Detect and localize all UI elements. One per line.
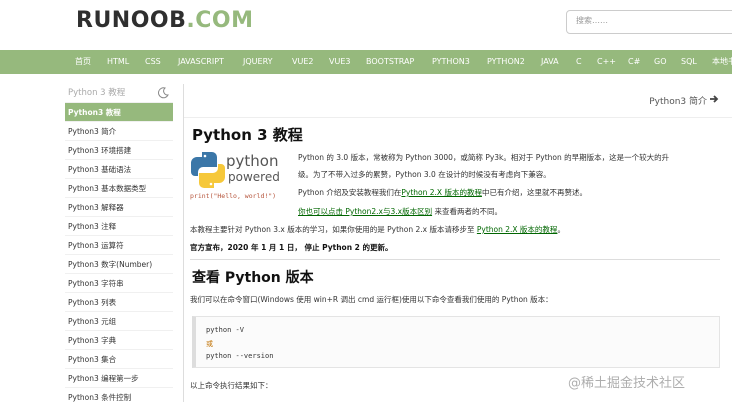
arrow-right-icon[interactable] (709, 94, 719, 104)
top-nav: 首页 HTML CSS JAVASCRIPT JQUERY VUE2 VUE3 … (0, 50, 732, 74)
sidebar-item-dict[interactable]: Python3 字典 (65, 330, 173, 349)
intro-line-5-post: 。 (557, 225, 565, 234)
nav-item-css[interactable]: CSS (145, 50, 161, 74)
nav-item-javascript[interactable]: JAVASCRIPT (178, 50, 224, 74)
next-page-link[interactable]: Python3 简介 (649, 94, 707, 107)
code-block: python -V 或 python --version (192, 316, 720, 368)
code-line-3: python --version (206, 352, 274, 360)
logo-word-powered: powered (228, 170, 280, 184)
nav-item-java[interactable]: JAVA (541, 50, 559, 74)
sidebar-item-intro[interactable]: Python3 简介 (65, 121, 173, 140)
nav-item-bootstrap[interactable]: BOOTSTRAP (366, 50, 414, 74)
intro-line-5-pre: 本教程主要针对 Python 3.x 版本的学习，如果你使用的是 Python … (190, 225, 477, 234)
sidebar-item-string[interactable]: Python3 字符串 (65, 273, 173, 292)
nav-item-html[interactable]: HTML (107, 50, 129, 74)
intro-line-3-pre: Python 介绍及安装教程我们在 (298, 188, 402, 197)
logo-suffix: .COM (186, 8, 254, 33)
intro-line-1: Python 的 3.0 版本，常被称为 Python 3000，或简称 Py3… (298, 153, 670, 162)
next-page-bar: Python3 简介 (184, 84, 732, 118)
sidebar-heading: Python 3 教程 (68, 88, 126, 98)
nav-item-vue2[interactable]: VUE2 (292, 50, 313, 74)
intro-line-3: Python 介绍及安装教程我们在Python 2.X 版本的教程中已有介绍，这… (298, 187, 587, 198)
sidebar-item-python3-tutorial[interactable]: Python3 教程 (65, 102, 173, 121)
nav-item-home[interactable]: 首页 (75, 50, 91, 74)
nav-item-sql[interactable]: SQL (681, 50, 697, 74)
nav-item-go[interactable]: GO (654, 50, 667, 74)
sidebar-item-list[interactable]: Python3 列表 (65, 292, 173, 311)
section-heading: 查看 Python 版本 (192, 270, 314, 286)
sidebar-item-conditions[interactable]: Python3 条件控制 (65, 387, 173, 402)
intro-line-4: 你也可以点击 Python2.x与3.x版本区别 来查看两者的不同。 (298, 206, 502, 217)
version-diff-link[interactable]: 你也可以点击 Python2.x与3.x版本区别 (298, 207, 432, 216)
check-version-text: 我们可以在命令窗口(Windows 使用 win+R 调出 cmd 运行框)使用… (190, 295, 553, 304)
nav-item-jquery[interactable]: JQUERY (243, 50, 273, 74)
logo-word-python: python (226, 152, 278, 170)
intro-line-5: 本教程主要针对 Python 3.x 版本的学习，如果你使用的是 Python … (190, 224, 565, 235)
nav-item-cpp[interactable]: C++ (597, 50, 616, 74)
sidebar-header: Python 3 教程 (65, 84, 173, 102)
juejin-watermark: @稀土掘金技术社区 (568, 376, 686, 391)
intro-line-3-post: 中已有介绍，这里就不再赘述。 (481, 188, 587, 197)
code-line-1: python -V (206, 326, 244, 334)
site-logo[interactable]: RUNOOB.COM (76, 8, 254, 33)
nav-item-python3[interactable]: PYTHON3 (432, 50, 470, 74)
nav-item-bookmarks[interactable]: 本地书签 (712, 50, 732, 74)
python2-notice: 官方宣布，2020 年 1 月 1 日， 停止 Python 2 的更新。 (190, 243, 393, 252)
python-snake-icon (191, 152, 225, 188)
python-powered-logo: python powered print("Hello, world!") (190, 152, 280, 200)
sidebar-item-comments[interactable]: Python3 注释 (65, 216, 173, 235)
logo-main: RUNOOB (76, 8, 187, 33)
main-content: Python3 简介 Python 3 教程 python powered pr… (183, 84, 732, 402)
header: RUNOOB.COM 搜索…… (0, 0, 732, 50)
sidebar-item-first-step[interactable]: Python3 编程第一步 (65, 368, 173, 387)
sidebar-item-setup[interactable]: Python3 环境搭建 (65, 140, 173, 159)
logo-code: print("Hello, world!") (190, 192, 276, 200)
nav-item-csharp[interactable]: C# (628, 50, 640, 74)
sidebar-item-datatypes[interactable]: Python3 基本数据类型 (65, 178, 173, 197)
python2-tutorial-link[interactable]: Python 2.X 版本的教程 (401, 188, 482, 197)
sidebar-item-interpreter[interactable]: Python3 解释器 (65, 197, 173, 216)
sidebar-item-set[interactable]: Python3 集合 (65, 349, 173, 368)
sidebar: Python 3 教程 Python3 教程 Python3 简介 Python… (65, 84, 173, 402)
sidebar-item-syntax[interactable]: Python3 基础语法 (65, 159, 173, 178)
search-placeholder: 搜索…… (576, 16, 608, 25)
nav-item-python2[interactable]: PYTHON2 (487, 50, 525, 74)
intro-line-4-post: 来查看两者的不同。 (432, 207, 502, 216)
sidebar-item-number[interactable]: Python3 数字(Number) (65, 254, 173, 273)
sidebar-item-tuple[interactable]: Python3 元组 (65, 311, 173, 330)
python2-tutorial-link-2[interactable]: Python 2.X 版本的教程 (477, 225, 558, 234)
page-title: Python 3 教程 (192, 126, 303, 144)
nav-item-vue3[interactable]: VUE3 (329, 50, 350, 74)
sidebar-item-operators[interactable]: Python3 运算符 (65, 235, 173, 254)
moon-icon[interactable] (157, 87, 169, 99)
intro-line-2: 级。为了不带入过多的累赘，Python 3.0 在设计的时候没有考虑向下兼容。 (298, 170, 551, 179)
search-input[interactable]: 搜索…… (566, 10, 732, 34)
result-text: 以上命令执行结果如下： (190, 381, 273, 390)
nav-item-c[interactable]: C (576, 50, 582, 74)
code-line-2: 或 (206, 340, 213, 348)
divider (190, 259, 720, 260)
